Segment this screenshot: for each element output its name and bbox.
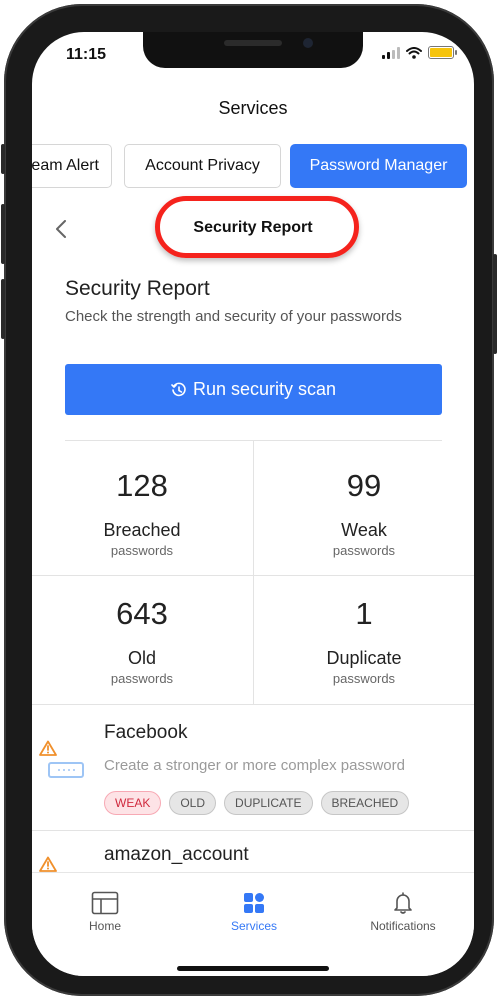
back-chevron-icon[interactable] xyxy=(54,220,70,238)
password-field-icon xyxy=(48,762,84,778)
status-icons xyxy=(382,46,457,59)
history-icon xyxy=(171,382,186,396)
stat-unit: passwords xyxy=(110,543,174,558)
page-title: Services xyxy=(218,98,288,118)
badge-breached: BREACHED xyxy=(320,791,410,815)
stat-value: 643 xyxy=(116,596,168,631)
stat-label: Old xyxy=(127,648,156,668)
badge-weak: WEAK xyxy=(104,791,162,815)
run-security-scan-button[interactable]: Run security scan xyxy=(65,364,442,415)
power-button xyxy=(493,254,497,354)
service-tabs: Dream Alert Account Privacy Password Man… xyxy=(32,144,474,192)
home-icon xyxy=(91,891,119,915)
services-icon xyxy=(244,893,264,913)
tab-label: Account Privacy xyxy=(145,157,260,174)
stat-label: Duplicate xyxy=(326,648,402,668)
stat-breached[interactable]: 128 Breached passwords xyxy=(32,440,252,568)
stat-unit: passwords xyxy=(110,671,174,686)
screen: 11:15 Services Dream Alert Account Priva… xyxy=(32,32,474,976)
divider xyxy=(32,830,474,831)
highlight-annotation xyxy=(155,196,359,258)
warning-icon xyxy=(39,740,57,756)
tab-label: Dream Alert xyxy=(32,157,99,174)
stat-duplicate[interactable]: 1 Duplicate passwords xyxy=(254,568,474,696)
stat-value: 1 xyxy=(355,596,373,631)
issue-item-amazon[interactable]: amazon_account xyxy=(32,832,474,872)
issue-item-facebook[interactable]: Facebook Create a stronger or more compl… xyxy=(32,712,474,831)
phone-frame: 11:15 Services Dream Alert Account Priva… xyxy=(1,4,497,996)
issue-name: Facebook xyxy=(104,722,188,743)
volume-down-button xyxy=(1,279,5,339)
stat-weak[interactable]: 99 Weak passwords xyxy=(254,440,474,568)
bottom-tab-bar: Home Services Notifications xyxy=(32,872,474,976)
mute-switch xyxy=(1,144,5,174)
badge-duplicate: DUPLICATE xyxy=(224,791,313,815)
stat-unit: passwords xyxy=(332,671,396,686)
tabbar-label: Notifications xyxy=(370,919,436,933)
stat-value: 128 xyxy=(116,468,168,503)
tab-account-privacy[interactable]: Account Privacy xyxy=(124,144,281,188)
badge-old: OLD xyxy=(169,791,217,815)
stat-unit: passwords xyxy=(332,543,396,558)
scan-button-label: Run security scan xyxy=(192,379,337,399)
tab-password-manager[interactable]: Password Manager xyxy=(290,144,467,188)
home-indicator xyxy=(177,966,329,971)
tabbar-label: Services xyxy=(230,919,277,933)
tabbar-home[interactable]: Home xyxy=(45,891,165,933)
stat-old[interactable]: 643 Old passwords xyxy=(32,568,252,696)
stat-value: 99 xyxy=(346,468,382,503)
report-subtitle: Check the strength and security of your … xyxy=(65,308,402,325)
status-time: 11:15 xyxy=(66,46,107,63)
divider xyxy=(32,704,474,705)
report-title: Security Report xyxy=(65,277,210,300)
signal-icon xyxy=(382,46,400,59)
wifi-icon xyxy=(406,46,422,59)
tabbar-notifications[interactable]: Notifications xyxy=(343,891,463,933)
issue-badges: WEAK OLD DUPLICATE BREACHED xyxy=(104,791,410,815)
warning-icon xyxy=(39,856,57,872)
tabbar-label: Home xyxy=(88,919,121,933)
stat-label: Breached xyxy=(103,520,181,540)
bell-icon xyxy=(394,892,412,914)
battery-icon xyxy=(428,46,457,59)
issue-name: amazon_account xyxy=(104,844,249,865)
notch xyxy=(143,32,363,68)
issue-description: Create a stronger or more complex passwo… xyxy=(104,757,405,774)
volume-up-button xyxy=(1,204,5,264)
tab-label: Password Manager xyxy=(309,157,448,174)
tab-dream-alert[interactable]: Dream Alert xyxy=(32,144,112,188)
tabbar-services[interactable]: Services xyxy=(194,891,314,933)
camera xyxy=(303,38,313,48)
speaker xyxy=(224,40,282,46)
stat-label: Weak xyxy=(341,520,387,540)
